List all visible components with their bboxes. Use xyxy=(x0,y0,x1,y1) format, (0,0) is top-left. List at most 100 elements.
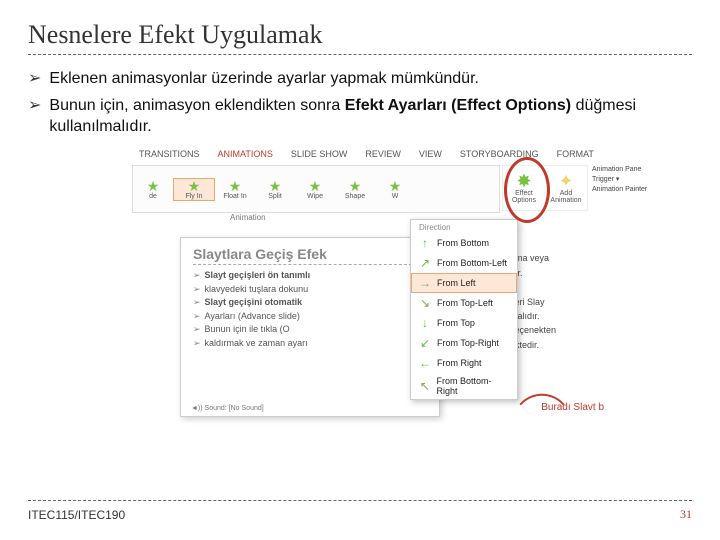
fragment-line: malıdır. xyxy=(510,309,596,323)
add-animation-label: Add Animation xyxy=(545,190,587,204)
direction-arrow-icon: → xyxy=(419,276,431,290)
page-number: 31 xyxy=(680,507,692,522)
mini-bullet-text: Ayarları (Advance slide) xyxy=(205,310,300,324)
embedded-slide-preview: Slaytlara Geçiş Efek ➢ Slayt geçişleri ön… xyxy=(180,237,440,417)
mini-bullet-text: kaldırmak ve zaman ayarı xyxy=(205,337,308,351)
dropdown-body: ↑ From Bottom ↗ From Bottom-Left → From Left ↘… xyxy=(411,233,517,399)
mini-chevron-icon: ➢ xyxy=(193,269,201,283)
direction-arrow-icon: ↗ xyxy=(419,256,431,270)
ribbon-tabs: TRANSITIONS ANIMATIONS SLIDE SHOWREVIEW VIE… xyxy=(132,147,601,161)
screenshot-figure: TRANSITIONS ANIMATIONS SLIDE SHOWREVIEW VIE… xyxy=(110,147,610,437)
fragment-line: ama veya xyxy=(510,251,596,265)
ribbon-tab[interactable]: TRANSITIONS xyxy=(132,147,207,161)
fragment-line: seçenekten xyxy=(510,323,596,337)
gallery-label: Animation xyxy=(230,213,266,222)
bullet-text: Eklenen animasyonlar üzerinde ayarlar ya… xyxy=(49,69,479,90)
animation-item[interactable]: ★Wipe xyxy=(295,179,335,200)
dropdown-item-label: From Bottom xyxy=(437,238,489,248)
star-icon: ★ xyxy=(375,179,415,193)
animation-item[interactable]: ★Float In xyxy=(215,179,255,200)
effect-options-label: Effect Options xyxy=(503,190,545,204)
advanced-animation-group: Animation PaneTrigger ▾Animation Painter xyxy=(592,165,640,194)
animation-gallery: ★de★Fly In★Float In★Split★Wipe★Shape★W xyxy=(132,165,500,213)
ribbon-tab[interactable]: STORYBOARDING xyxy=(453,147,546,161)
fragment-line: İleri Slay xyxy=(510,295,596,309)
dropdown-item[interactable]: ← From Right xyxy=(411,353,517,373)
mini-bullet-item: ➢ klavyedeki tuşlara dokunu xyxy=(193,283,427,297)
fragment-line: dır. xyxy=(510,266,596,280)
chevron-icon: ➢ xyxy=(28,96,41,138)
right-text-fragment: ama veyadır.nİleri Slaymalıdır.seçenekte… xyxy=(510,251,596,352)
direction-arrow-icon: ↘ xyxy=(419,296,431,310)
mini-bullet-text: Slayt geçişleri ön tanımlı xyxy=(205,269,311,283)
star-icon: ★ xyxy=(215,179,255,193)
animation-item[interactable]: ★Split xyxy=(255,179,295,200)
dropdown-item-label: From Bottom-Right xyxy=(436,376,509,396)
dropdown-item[interactable]: ↘From Top-Left xyxy=(411,293,517,313)
dropdown-item[interactable]: ↑ From Bottom xyxy=(411,233,517,253)
dropdown-item-label: From Right xyxy=(437,358,482,368)
mini-bullet-item: ➢ kaldırmak ve zaman ayarı xyxy=(193,337,427,351)
dropdown-item[interactable]: ↙From Top-Right xyxy=(411,333,517,353)
add-animation-button[interactable]: ✦ Add Animation xyxy=(545,166,587,210)
dropdown-item[interactable]: ↗ From Bottom-Left xyxy=(411,253,517,273)
course-code: ITEC115/ITEC190 xyxy=(28,508,125,522)
star-down-icon: ✸ xyxy=(516,172,531,190)
bullet-item: ➢ Eklenen animasyonlar üzerinde ayarlar … xyxy=(28,69,692,90)
chevron-icon: ➢ xyxy=(28,69,41,90)
title-divider xyxy=(28,54,692,55)
star-icon: ★ xyxy=(335,179,375,193)
advanced-item[interactable]: Animation Pane xyxy=(592,165,640,175)
mini-slide-title: Slaytlara Geçiş Efek xyxy=(193,246,427,265)
ribbon-tab[interactable]: FORMAT xyxy=(550,147,601,161)
dropdown-item[interactable]: ↓From Top xyxy=(411,313,517,333)
advanced-item[interactable]: Animation Painter xyxy=(592,185,640,195)
star-icon: ★ xyxy=(133,179,173,193)
mini-bullet-text: Bunun için ile tıkla (O xyxy=(205,323,290,337)
effect-advanced-panel: ✸ Effect Options ✦ Add Animation xyxy=(502,165,588,211)
dropdown-item[interactable]: ↖From Bottom-Right xyxy=(411,373,517,399)
dropdown-item[interactable]: → From Left xyxy=(411,273,517,293)
star-icon: ★ xyxy=(255,179,295,193)
animation-item[interactable]: ★Fly In xyxy=(173,178,215,201)
dropdown-item-label: From Top-Right xyxy=(437,338,499,348)
animation-item[interactable]: ★Shape xyxy=(335,179,375,200)
star-add-icon: ✦ xyxy=(558,172,573,190)
mini-chevron-icon: ➢ xyxy=(193,310,201,324)
animation-item[interactable]: ★W xyxy=(375,179,415,200)
ribbon-tab[interactable]: ANIMATIONS xyxy=(211,147,280,161)
direction-dropdown[interactable]: Direction ↑ From Bottom ↗ From Bottom-Left →… xyxy=(410,219,518,400)
bullet-bold: Efekt Ayarları (Effect Options) xyxy=(345,97,571,114)
animation-item[interactable]: ★de xyxy=(133,179,173,200)
mini-chevron-icon: ➢ xyxy=(193,296,201,310)
mini-bullet-item: ➢ Ayarları (Advance slide) xyxy=(193,310,427,324)
ribbon-tab[interactable]: REVIEW xyxy=(358,147,408,161)
dropdown-item-label: From Left xyxy=(437,278,476,288)
direction-arrow-icon: ← xyxy=(419,356,431,370)
mini-chevron-icon: ➢ xyxy=(193,337,201,351)
fragment-line: n xyxy=(510,280,596,294)
dropdown-item-label: From Bottom-Left xyxy=(437,258,507,268)
direction-arrow-icon: ↑ xyxy=(419,236,431,250)
star-icon: ★ xyxy=(174,179,214,193)
dropdown-header: Direction xyxy=(411,220,517,233)
mini-bullet-text: klavyedeki tuşlara dokunu xyxy=(205,283,309,297)
red-callout: Buradı Slavt b xyxy=(541,402,604,413)
advanced-item[interactable]: Trigger ▾ xyxy=(592,175,640,185)
ribbon-tab[interactable]: SLIDE SHOW xyxy=(284,147,355,161)
mini-chevron-icon: ➢ xyxy=(193,323,201,337)
star-icon: ★ xyxy=(295,179,335,193)
footer: ITEC115/ITEC190 31 xyxy=(28,500,692,522)
fragment-line: ektedir. xyxy=(510,338,596,352)
mini-sound-row: ◄)) Sound: [No Sound] xyxy=(191,405,264,412)
mini-bullet-item: ➢ Slayt geçişleri ön tanımlı xyxy=(193,269,427,283)
ribbon-tab[interactable]: VIEW xyxy=(412,147,449,161)
bullet-list: ➢ Eklenen animasyonlar üzerinde ayarlar … xyxy=(28,69,692,137)
mini-bullet-item: ➢ Bunun için ile tıkla (O xyxy=(193,323,427,337)
mini-bullet-list: ➢ Slayt geçişleri ön tanımlı ➢ klavyedeki t… xyxy=(193,269,427,350)
mini-bullet-text: Slayt geçişini otomatik xyxy=(205,296,303,310)
effect-options-button[interactable]: ✸ Effect Options xyxy=(503,166,545,210)
page-title: Nesnelere Efekt Uygulamak xyxy=(28,20,692,50)
mini-chevron-icon: ➢ xyxy=(193,283,201,297)
dropdown-item-label: From Top xyxy=(437,318,475,328)
